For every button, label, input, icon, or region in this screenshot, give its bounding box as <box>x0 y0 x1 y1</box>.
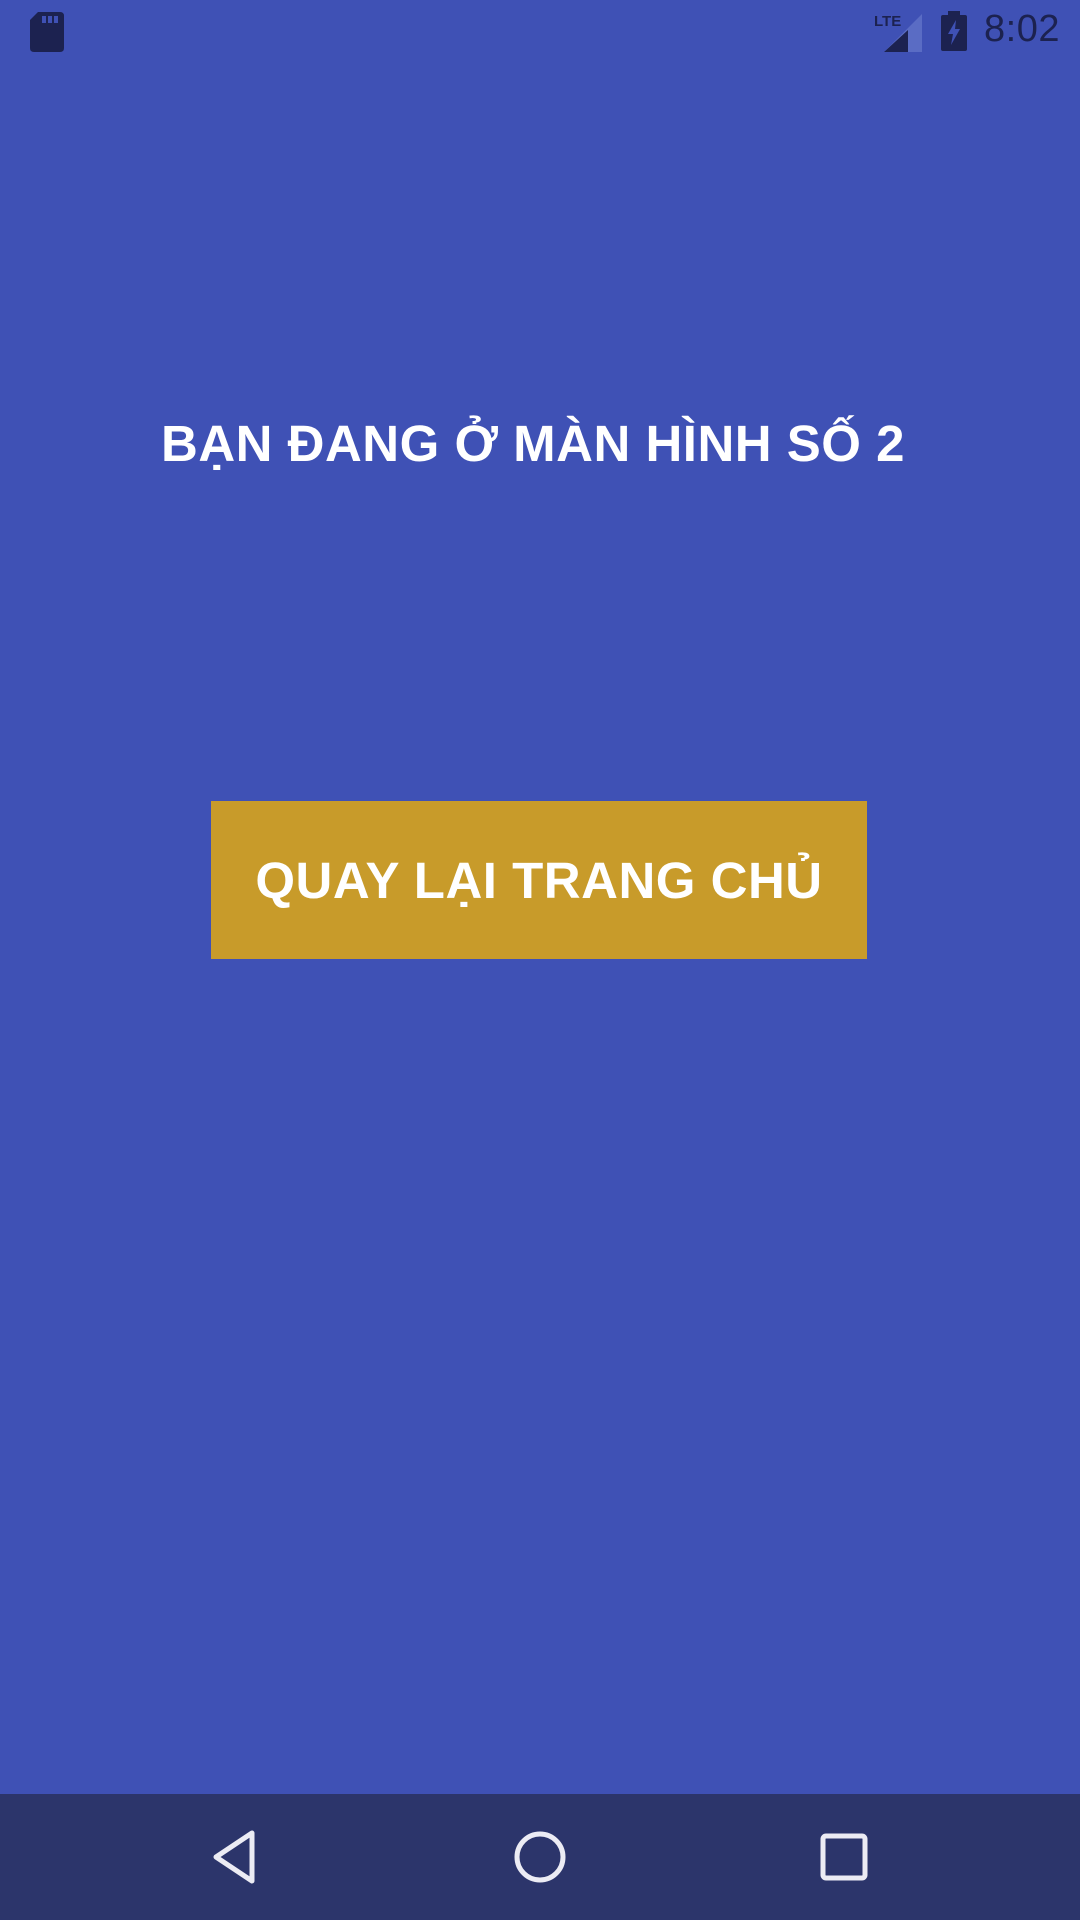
lte-signal-icon: LTE <box>874 13 922 52</box>
app-screen: LTE 8:02 BẠN ĐANG Ở MÀN HÌNH SỐ 2 QUAY L… <box>0 0 1080 1794</box>
back-to-home-button[interactable]: QUAY LẠI TRANG CHỦ <box>211 801 867 959</box>
status-clock: 8:02 <box>984 8 1060 50</box>
back-icon[interactable] <box>198 1819 274 1895</box>
home-icon[interactable] <box>502 1819 578 1895</box>
page-title: BẠN ĐANG Ở MÀN HÌNH SỐ 2 <box>160 415 906 472</box>
sd-card-icon <box>30 12 64 52</box>
navigation-bar <box>0 1794 1080 1920</box>
battery-charging-icon <box>941 11 967 51</box>
lte-label: LTE <box>874 13 901 30</box>
recents-icon[interactable] <box>806 1819 882 1895</box>
status-bar: LTE 8:02 <box>0 0 1080 63</box>
